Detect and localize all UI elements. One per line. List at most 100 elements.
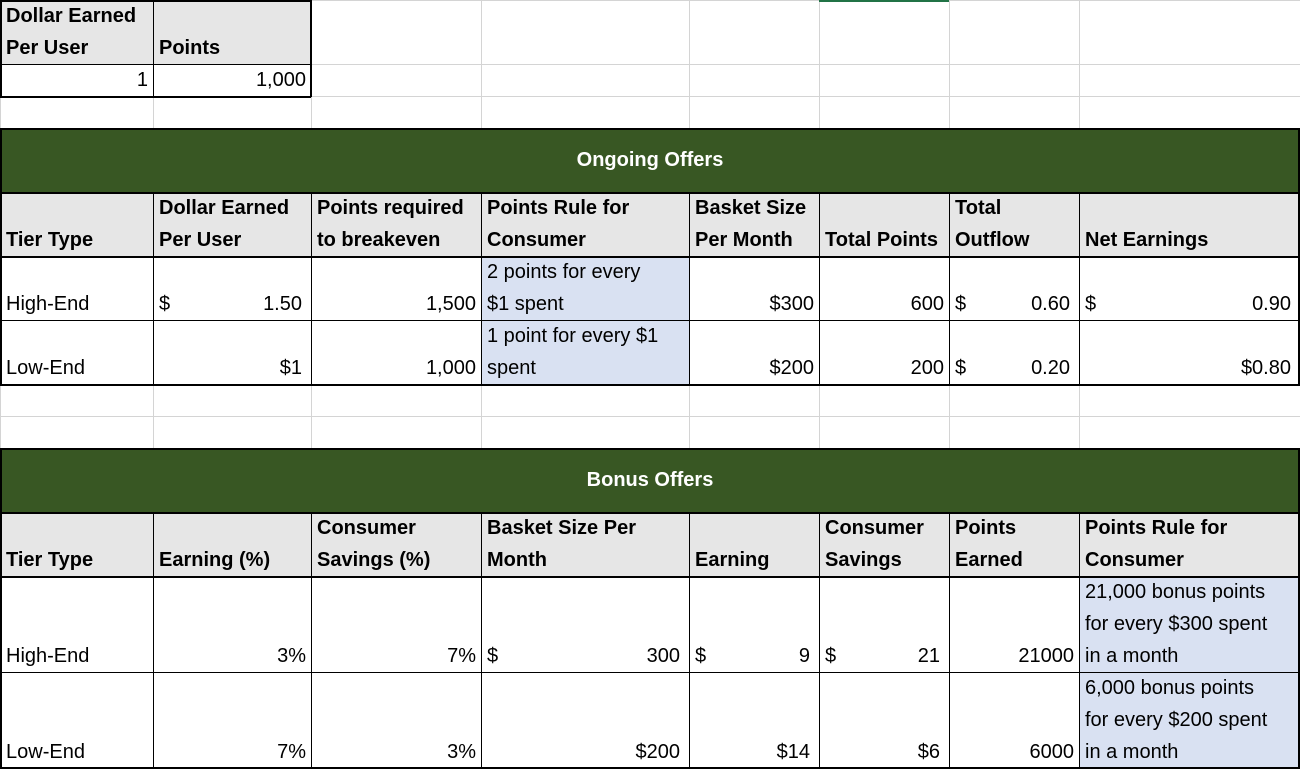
- ongoing-total-points[interactable]: 200: [819, 320, 949, 384]
- empty-cell[interactable]: [819, 384, 949, 416]
- bonus-earning[interactable]: $9: [689, 576, 819, 672]
- ongoing-dollar-earned[interactable]: $1.50: [153, 256, 311, 320]
- empty-cell[interactable]: [689, 384, 819, 416]
- bonus-savings-pct[interactable]: 3%: [311, 672, 481, 768]
- cell-value: 200: [910, 357, 944, 379]
- empty-cell[interactable]: [153, 384, 311, 416]
- header-text: Dollar Earned: [159, 197, 290, 219]
- ongoing-header-7[interactable]: Net Earnings: [1079, 192, 1300, 256]
- bonus-header-2[interactable]: Consumer Savings (%): [311, 512, 481, 576]
- empty-cell[interactable]: [481, 0, 689, 64]
- ongoing-header-0[interactable]: Tier Type: [0, 192, 153, 256]
- empty-cell[interactable]: [949, 64, 1079, 96]
- header-text: Savings: [825, 549, 902, 571]
- bonus-header-7[interactable]: Points Rule for Consumer: [1079, 512, 1300, 576]
- empty-cell[interactable]: [481, 96, 689, 128]
- empty-cell[interactable]: [481, 416, 689, 448]
- bonus-basket-size[interactable]: $200: [481, 672, 689, 768]
- empty-cell[interactable]: [819, 96, 949, 128]
- ongoing-header-1[interactable]: Dollar Earned Per User: [153, 192, 311, 256]
- table-border: [0, 192, 1300, 194]
- ongoing-header-5[interactable]: Total Points: [819, 192, 949, 256]
- ongoing-header-6[interactable]: Total Outflow: [949, 192, 1079, 256]
- bonus-points-earned[interactable]: 21000: [949, 576, 1079, 672]
- empty-cell[interactable]: [0, 384, 153, 416]
- bonus-offers-banner: Bonus Offers: [0, 448, 1300, 512]
- empty-cell[interactable]: [311, 0, 481, 64]
- ongoing-basket-size[interactable]: $200: [689, 320, 819, 384]
- bonus-earning-pct[interactable]: 3%: [153, 576, 311, 672]
- bonus-basket-size[interactable]: $300: [481, 576, 689, 672]
- ongoing-breakeven[interactable]: 1,500: [311, 256, 481, 320]
- top-value-0[interactable]: 1: [0, 64, 153, 96]
- table-border: [0, 64, 311, 65]
- ongoing-breakeven[interactable]: 1,000: [311, 320, 481, 384]
- empty-cell[interactable]: [689, 96, 819, 128]
- rule-text: 21,000 bonus points: [1085, 581, 1266, 603]
- bonus-tier[interactable]: High-End: [0, 576, 153, 672]
- ongoing-net-earnings[interactable]: $0.90: [1079, 256, 1300, 320]
- empty-cell[interactable]: [311, 416, 481, 448]
- ongoing-net-earnings[interactable]: $0.80: [1079, 320, 1300, 384]
- ongoing-basket-size[interactable]: $300: [689, 256, 819, 320]
- bonus-header-1[interactable]: Earning (%): [153, 512, 311, 576]
- ongoing-header-3[interactable]: Points Rule for Consumer: [481, 192, 689, 256]
- ongoing-total-outflow[interactable]: $0.20: [949, 320, 1079, 384]
- empty-cell[interactable]: [153, 416, 311, 448]
- empty-cell[interactable]: [1079, 384, 1300, 416]
- empty-cell[interactable]: [689, 64, 819, 96]
- top-header-0[interactable]: Dollar Earned Per User: [0, 0, 153, 64]
- empty-cell[interactable]: [1079, 416, 1300, 448]
- ongoing-points-rule[interactable]: 1 point for every $1 spent: [481, 320, 689, 384]
- empty-cell[interactable]: [0, 416, 153, 448]
- empty-cell[interactable]: [819, 64, 949, 96]
- ongoing-dollar-earned[interactable]: $1: [153, 320, 311, 384]
- bonus-header-0[interactable]: Tier Type: [0, 512, 153, 576]
- empty-cell[interactable]: [1079, 96, 1300, 128]
- bonus-tier[interactable]: Low-End: [0, 672, 153, 768]
- bonus-consumer-savings[interactable]: $6: [819, 672, 949, 768]
- ongoing-total-points[interactable]: 600: [819, 256, 949, 320]
- empty-cell[interactable]: [689, 416, 819, 448]
- ongoing-header-2[interactable]: Points required to breakeven: [311, 192, 481, 256]
- empty-cell[interactable]: [689, 0, 819, 64]
- empty-cell[interactable]: [949, 96, 1079, 128]
- bonus-points-rule[interactable]: 6,000 bonus points for every $200 spent in…: [1079, 672, 1300, 768]
- empty-cell[interactable]: [481, 64, 689, 96]
- empty-cell[interactable]: [311, 96, 481, 128]
- bonus-consumer-savings[interactable]: $21: [819, 576, 949, 672]
- bonus-points-rule[interactable]: 21,000 bonus points for every $300 spent i…: [1079, 576, 1300, 672]
- empty-cell[interactable]: [949, 0, 1079, 64]
- spreadsheet-grid[interactable]: Dollar Earned Per User Points 1 1,000 Ongoing…: [0, 0, 1302, 770]
- bonus-earning[interactable]: $14: [689, 672, 819, 768]
- bonus-earning-pct[interactable]: 7%: [153, 672, 311, 768]
- top-header-1[interactable]: Points: [153, 0, 311, 64]
- empty-cell[interactable]: [311, 64, 481, 96]
- empty-cell[interactable]: [949, 416, 1079, 448]
- empty-cell[interactable]: [311, 384, 481, 416]
- table-border: [819, 512, 820, 768]
- bonus-header-3[interactable]: Basket Size Per Month: [481, 512, 689, 576]
- bonus-header-4[interactable]: Earning: [689, 512, 819, 576]
- top-value-1[interactable]: 1,000: [153, 64, 311, 96]
- bonus-header-6[interactable]: Points Earned: [949, 512, 1079, 576]
- empty-cell[interactable]: [0, 96, 153, 128]
- empty-cell[interactable]: [819, 416, 949, 448]
- ongoing-tier[interactable]: Low-End: [0, 320, 153, 384]
- ongoing-tier[interactable]: High-End: [0, 256, 153, 320]
- header-text: Per User: [6, 37, 89, 59]
- empty-cell[interactable]: [1079, 64, 1300, 96]
- empty-cell[interactable]: [481, 384, 689, 416]
- bonus-savings-pct[interactable]: 7%: [311, 576, 481, 672]
- bonus-points-earned[interactable]: 6000: [949, 672, 1079, 768]
- ongoing-points-rule[interactable]: 2 points for every $1 spent: [481, 256, 689, 320]
- bonus-header-5[interactable]: Consumer Savings: [819, 512, 949, 576]
- cell-value: $6: [917, 741, 940, 763]
- empty-cell[interactable]: [819, 0, 949, 64]
- empty-cell[interactable]: [153, 96, 311, 128]
- ongoing-total-outflow[interactable]: $0.60: [949, 256, 1079, 320]
- empty-cell[interactable]: [949, 384, 1079, 416]
- empty-cell[interactable]: [1079, 0, 1300, 64]
- ongoing-header-4[interactable]: Basket Size Per Month: [689, 192, 819, 256]
- cell-value: 1: [136, 69, 148, 91]
